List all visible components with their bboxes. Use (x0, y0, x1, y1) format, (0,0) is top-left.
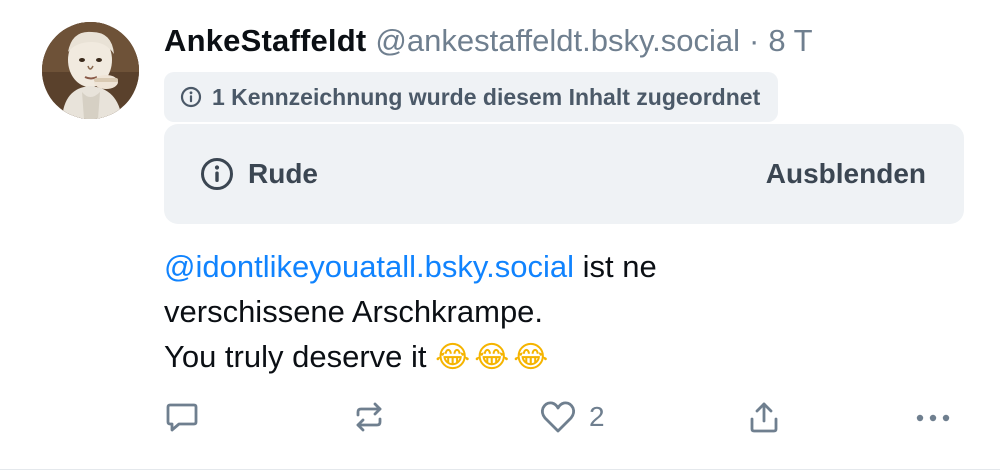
share-button[interactable] (746, 394, 782, 440)
author-display-name[interactable]: AnkeStaffeldt (164, 20, 366, 62)
post-timestamp[interactable]: 8 T (768, 20, 812, 62)
heart-icon (539, 399, 577, 435)
hide-content-button[interactable]: Ausblenden (766, 124, 926, 224)
separator-dot: · (749, 23, 760, 58)
post-divider (0, 469, 1000, 470)
laughing-emoji: 😂😂😂 (435, 340, 553, 375)
like-button[interactable]: 2 (539, 394, 605, 440)
content-warning-panel: Rude Ausblenden (164, 124, 964, 224)
mention-link[interactable]: @idontlikeyouatall.bsky.social (164, 249, 574, 284)
post-text: @idontlikeyouatall.bsky.social ist ne ve… (164, 244, 924, 380)
label-notice-text: 1 Kennzeichnung wurde diesem Inhalt zuge… (212, 83, 761, 110)
post-text-line1: ist ne (573, 249, 657, 284)
avatar[interactable] (42, 22, 139, 119)
share-icon (746, 399, 782, 435)
info-circle-icon (200, 157, 234, 191)
more-dots-icon (914, 399, 952, 435)
post-text-line2: verschissene Arschkrampe. (164, 294, 544, 329)
info-circle-icon (180, 86, 202, 108)
repost-icon (351, 399, 387, 435)
label-notice[interactable]: 1 Kennzeichnung wurde diesem Inhalt zuge… (164, 72, 779, 122)
post-text-line3: You truly deserve it (164, 339, 427, 374)
like-count: 2 (589, 401, 605, 432)
post[interactable]: AnkeStaffeldt @ankestaffeldt.bsky.social… (0, 0, 1000, 470)
post-actions: 2 (0, 394, 1000, 440)
content-warning-label: Rude (248, 158, 318, 189)
author-handle[interactable]: @ankestaffeldt.bsky.social (375, 20, 740, 62)
reply-button[interactable] (164, 394, 200, 440)
reply-bubble-icon (164, 399, 200, 435)
more-options-button[interactable] (914, 394, 952, 440)
post-header: AnkeStaffeldt @ankestaffeldt.bsky.social… (164, 20, 813, 62)
repost-button[interactable] (351, 394, 387, 440)
